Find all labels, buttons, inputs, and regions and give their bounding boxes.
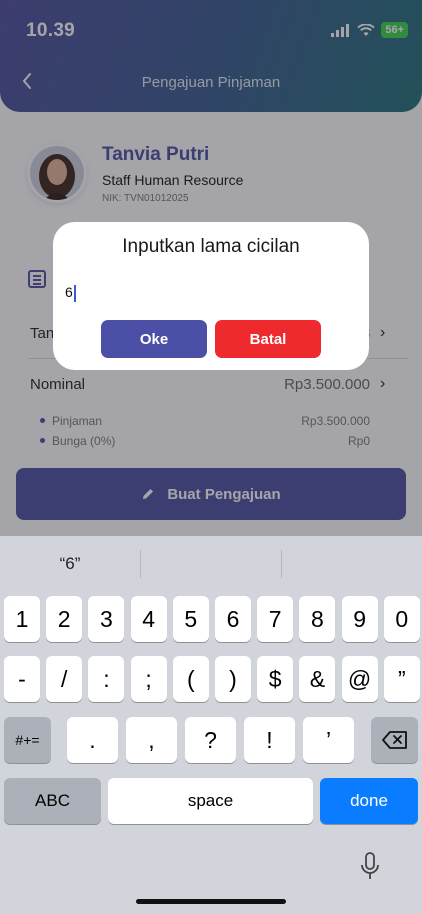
text-caret [73,284,76,302]
key-quote[interactable]: ” [383,656,420,702]
suggestion-divider [281,550,282,578]
key-slash[interactable]: / [46,656,83,702]
abc-key[interactable]: ABC [4,778,101,824]
key-1[interactable]: 1 [4,596,40,642]
key-apostrophe[interactable]: ’ [303,717,354,763]
microphone-icon[interactable] [360,851,380,885]
backspace-key[interactable] [371,717,418,763]
key-6[interactable]: 6 [215,596,251,642]
space-key[interactable]: space [108,778,313,824]
key-0[interactable]: 0 [383,596,420,642]
suggestion-1[interactable]: “6” [10,554,130,578]
key-ampersand[interactable]: & [299,656,336,702]
key-3[interactable]: 3 [88,596,125,642]
suggestion-divider [140,550,141,578]
key-question[interactable]: ? [185,717,236,763]
symbols-key[interactable]: #+= [4,717,51,763]
ok-button[interactable]: Oke [101,320,207,358]
key-exclamation[interactable]: ! [244,717,295,763]
key-8[interactable]: 8 [299,596,336,642]
key-comma[interactable]: , [126,717,177,763]
key-2[interactable]: 2 [46,596,83,642]
input-dialog: Inputkan lama cicilan 6 Oke Batal [53,222,369,370]
key-close-paren[interactable]: ) [215,656,251,702]
key-4[interactable]: 4 [130,596,167,642]
dialog-title: Inputkan lama cicilan [122,236,300,257]
cancel-button[interactable]: Batal [215,320,321,358]
backspace-icon [381,731,407,749]
key-9[interactable]: 9 [341,596,378,642]
home-indicator [136,899,286,904]
key-dollar[interactable]: $ [257,656,294,702]
key-7[interactable]: 7 [257,596,294,642]
key-period[interactable]: . [67,717,118,763]
done-key[interactable]: done [320,778,418,824]
input-value: 6 [65,284,73,300]
key-colon[interactable]: : [88,656,125,702]
key-open-paren[interactable]: ( [172,656,209,702]
key-5[interactable]: 5 [172,596,209,642]
installment-input[interactable]: 6 [65,284,355,306]
key-at[interactable]: @ [341,656,378,702]
key-minus[interactable]: - [4,656,40,702]
key-semicolon[interactable]: ; [130,656,167,702]
